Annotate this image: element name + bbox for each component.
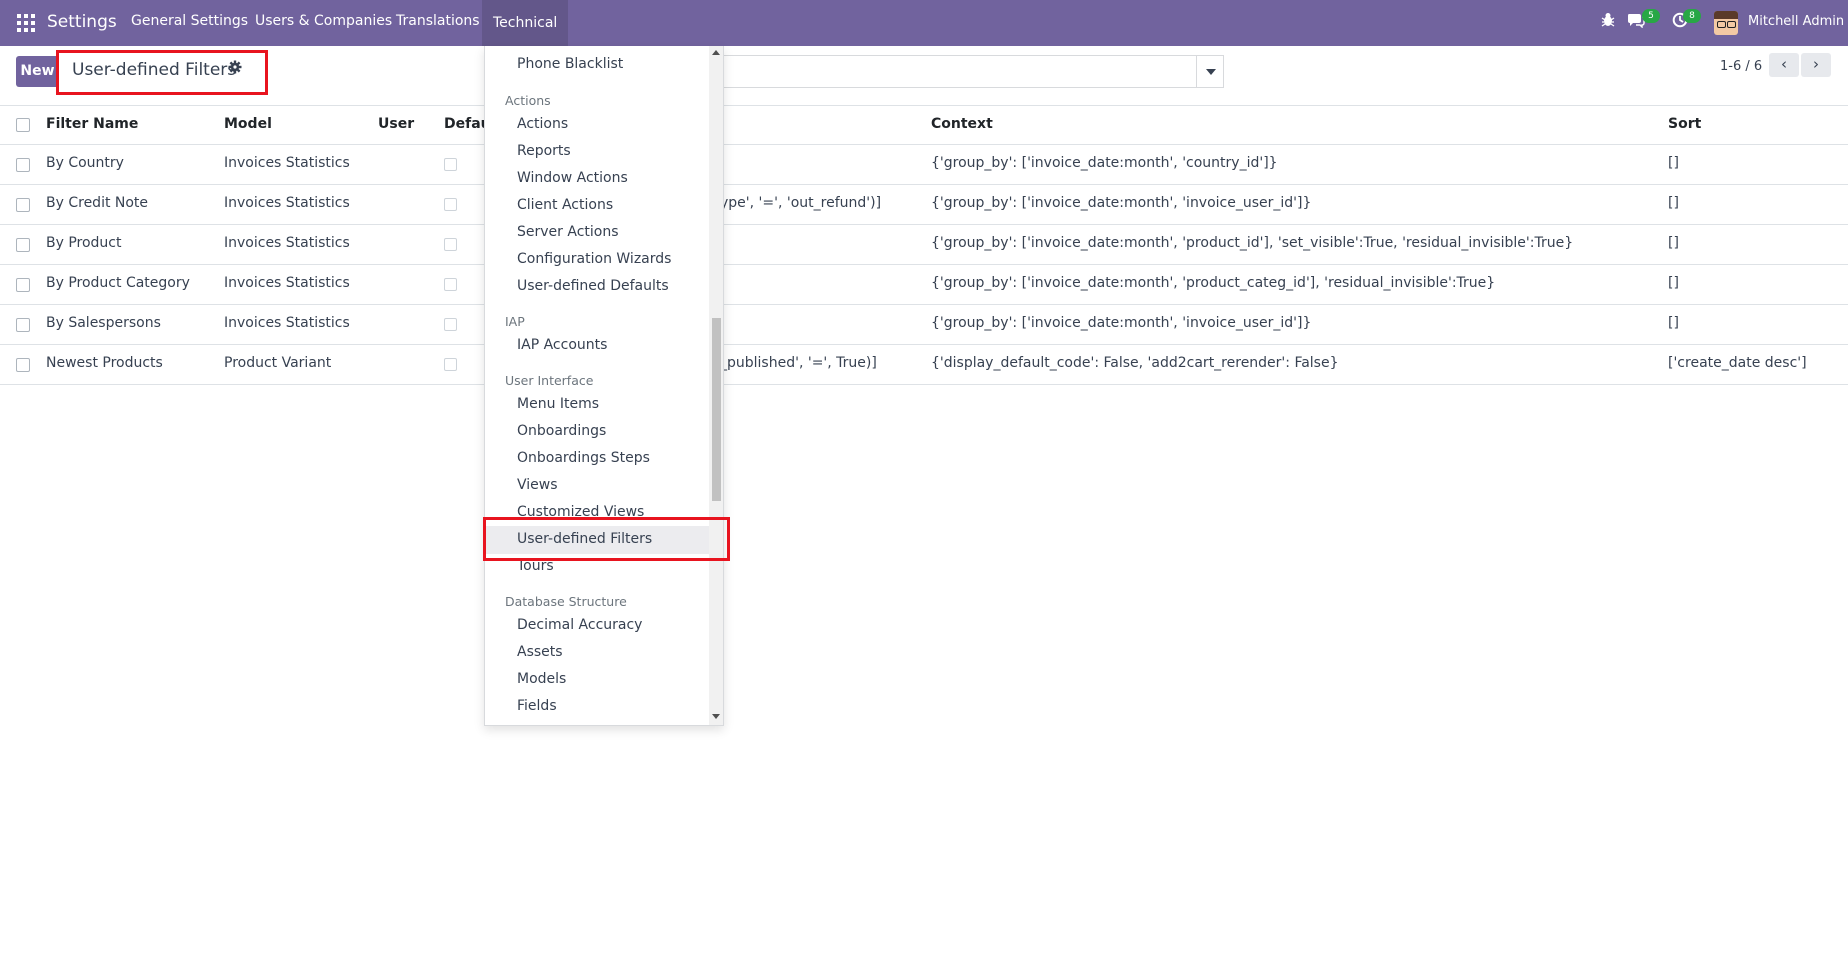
cell-filter-name: Newest Products (46, 355, 163, 371)
menu-item-phone-blacklist[interactable]: Phone Blacklist (517, 56, 623, 72)
menu-item-onboardings-steps[interactable]: Onboardings Steps (517, 450, 650, 466)
row-checkbox[interactable] (16, 198, 30, 212)
activities-badge: 8 (1683, 9, 1701, 23)
menu-technical[interactable]: Technical (482, 0, 569, 46)
row-checkbox[interactable] (16, 318, 30, 332)
menu-users-companies[interactable]: Users & Companies (255, 13, 392, 29)
table-row[interactable]: By Product Category Invoices Statistics … (0, 265, 1848, 305)
column-model[interactable]: Model (224, 116, 272, 132)
table-row[interactable]: By Credit Note Invoices Statistics ype',… (0, 185, 1848, 225)
column-sort[interactable]: Sort (1668, 116, 1701, 132)
menu-item-actions[interactable]: Actions (517, 116, 568, 132)
section-header-iap: IAP (505, 314, 525, 329)
section-header-user-interface: User Interface (505, 373, 594, 388)
table-header: Filter Name Model User Default Context S… (0, 106, 1848, 145)
menu-translations[interactable]: Translations (396, 13, 480, 29)
menu-item-highlight-box (483, 517, 730, 561)
cell-model: Invoices Statistics (224, 315, 350, 331)
menu-item-iap-accounts[interactable]: IAP Accounts (517, 337, 607, 353)
select-all-checkbox[interactable] (16, 118, 30, 132)
menu-item-window-actions[interactable]: Window Actions (517, 170, 628, 186)
cell-context: {'group_by': ['invoice_date:month', 'cou… (931, 155, 1278, 171)
control-panel: New User-defined Filters 1-6 / 6 ‹ › (0, 46, 1848, 106)
default-checkbox[interactable] (444, 198, 457, 211)
table-row[interactable]: By Product Invoices Statistics {'group_b… (0, 225, 1848, 265)
menu-general-settings[interactable]: General Settings (131, 13, 248, 29)
scroll-down-arrow-icon[interactable] (712, 714, 720, 719)
pager-next-button[interactable]: › (1801, 53, 1831, 77)
table-row[interactable]: By Salespersons Invoices Statistics {'gr… (0, 305, 1848, 345)
cell-sort: [] (1668, 235, 1679, 251)
menu-item-fields[interactable]: Fields (517, 698, 557, 714)
cell-sort: [] (1668, 155, 1679, 171)
table-row[interactable]: By Country Invoices Statistics {'group_b… (0, 145, 1848, 185)
pager-previous-button[interactable]: ‹ (1769, 53, 1799, 77)
cell-filter-name: By Country (46, 155, 124, 171)
row-checkbox[interactable] (16, 278, 30, 292)
cell-sort: ['create_date desc'] (1668, 355, 1807, 371)
dropdown-list: Phone Blacklist Actions Actions Reports … (485, 46, 709, 725)
row-checkbox[interactable] (16, 358, 30, 372)
column-context[interactable]: Context (931, 116, 993, 132)
default-checkbox[interactable] (444, 358, 457, 371)
column-user[interactable]: User (378, 116, 414, 132)
menu-item-menu-items[interactable]: Menu Items (517, 396, 599, 412)
menu-item-reports[interactable]: Reports (517, 143, 571, 159)
menu-item-onboardings[interactable]: Onboardings (517, 423, 606, 439)
title-highlight-box (56, 50, 268, 95)
section-header-actions: Actions (505, 93, 551, 108)
user-name[interactable]: Mitchell Admin (1748, 14, 1844, 29)
menu-item-views[interactable]: Views (517, 477, 558, 493)
row-checkbox[interactable] (16, 238, 30, 252)
messages-badge: 5 (1642, 9, 1660, 23)
row-checkbox[interactable] (16, 158, 30, 172)
pager-value[interactable]: 1-6 / 6 (1720, 59, 1762, 74)
cell-filter-name: By Product (46, 235, 122, 251)
top-navbar: Settings General Settings Users & Compan… (0, 0, 1848, 46)
cell-context: {'group_by': ['invoice_date:month', 'inv… (931, 195, 1312, 211)
technical-dropdown-menu: Phone Blacklist Actions Actions Reports … (484, 46, 724, 726)
cell-model: Invoices Statistics (224, 195, 350, 211)
menu-item-models[interactable]: Models (517, 671, 566, 687)
cell-sort: [] (1668, 315, 1679, 331)
default-checkbox[interactable] (444, 238, 457, 251)
cell-model: Invoices Statistics (224, 275, 350, 291)
cell-context: {'group_by': ['invoice_date:month', 'pro… (931, 275, 1496, 291)
scroll-up-arrow-icon[interactable] (712, 50, 720, 55)
menu-item-configuration-wizards[interactable]: Configuration Wizards (517, 251, 671, 267)
cell-context: {'group_by': ['invoice_date:month', 'inv… (931, 315, 1312, 331)
cell-model: Invoices Statistics (224, 155, 350, 171)
user-avatar[interactable] (1714, 11, 1738, 35)
cell-filter-name: By Salespersons (46, 315, 161, 331)
cell-domain: _published', '=', True)] (720, 355, 877, 371)
menu-item-assets[interactable]: Assets (517, 644, 563, 660)
cell-domain: ype', '=', 'out_refund')] (720, 195, 882, 211)
cell-context: {'group_by': ['invoice_date:month', 'pro… (931, 235, 1574, 251)
menu-item-decimal-accuracy[interactable]: Decimal Accuracy (517, 617, 642, 633)
debug-bug-icon[interactable] (1601, 12, 1615, 32)
app-brand[interactable]: Settings (47, 12, 117, 32)
cell-model: Product Variant (224, 355, 332, 371)
search-options-toggle[interactable] (1196, 55, 1224, 88)
menu-item-client-actions[interactable]: Client Actions (517, 197, 613, 213)
cell-context: {'display_default_code': False, 'add2car… (931, 355, 1339, 371)
menu-item-server-actions[interactable]: Server Actions (517, 224, 619, 240)
search-input[interactable] (720, 55, 1197, 88)
cell-sort: [] (1668, 195, 1679, 211)
dropdown-scrollbar-thumb[interactable] (712, 318, 721, 501)
cell-model: Invoices Statistics (224, 235, 350, 251)
default-checkbox[interactable] (444, 278, 457, 291)
apps-menu-icon[interactable] (17, 14, 35, 32)
default-checkbox[interactable] (444, 318, 457, 331)
default-checkbox[interactable] (444, 158, 457, 171)
cell-filter-name: By Product Category (46, 275, 190, 291)
section-header-database-structure: Database Structure (505, 594, 627, 609)
cell-sort: [] (1668, 275, 1679, 291)
menu-item-user-defined-defaults[interactable]: User-defined Defaults (517, 278, 669, 294)
table-row[interactable]: Newest Products Product Variant _publish… (0, 345, 1848, 385)
cell-filter-name: By Credit Note (46, 195, 149, 211)
column-filter-name[interactable]: Filter Name (46, 116, 138, 132)
new-button[interactable]: New (16, 56, 59, 87)
